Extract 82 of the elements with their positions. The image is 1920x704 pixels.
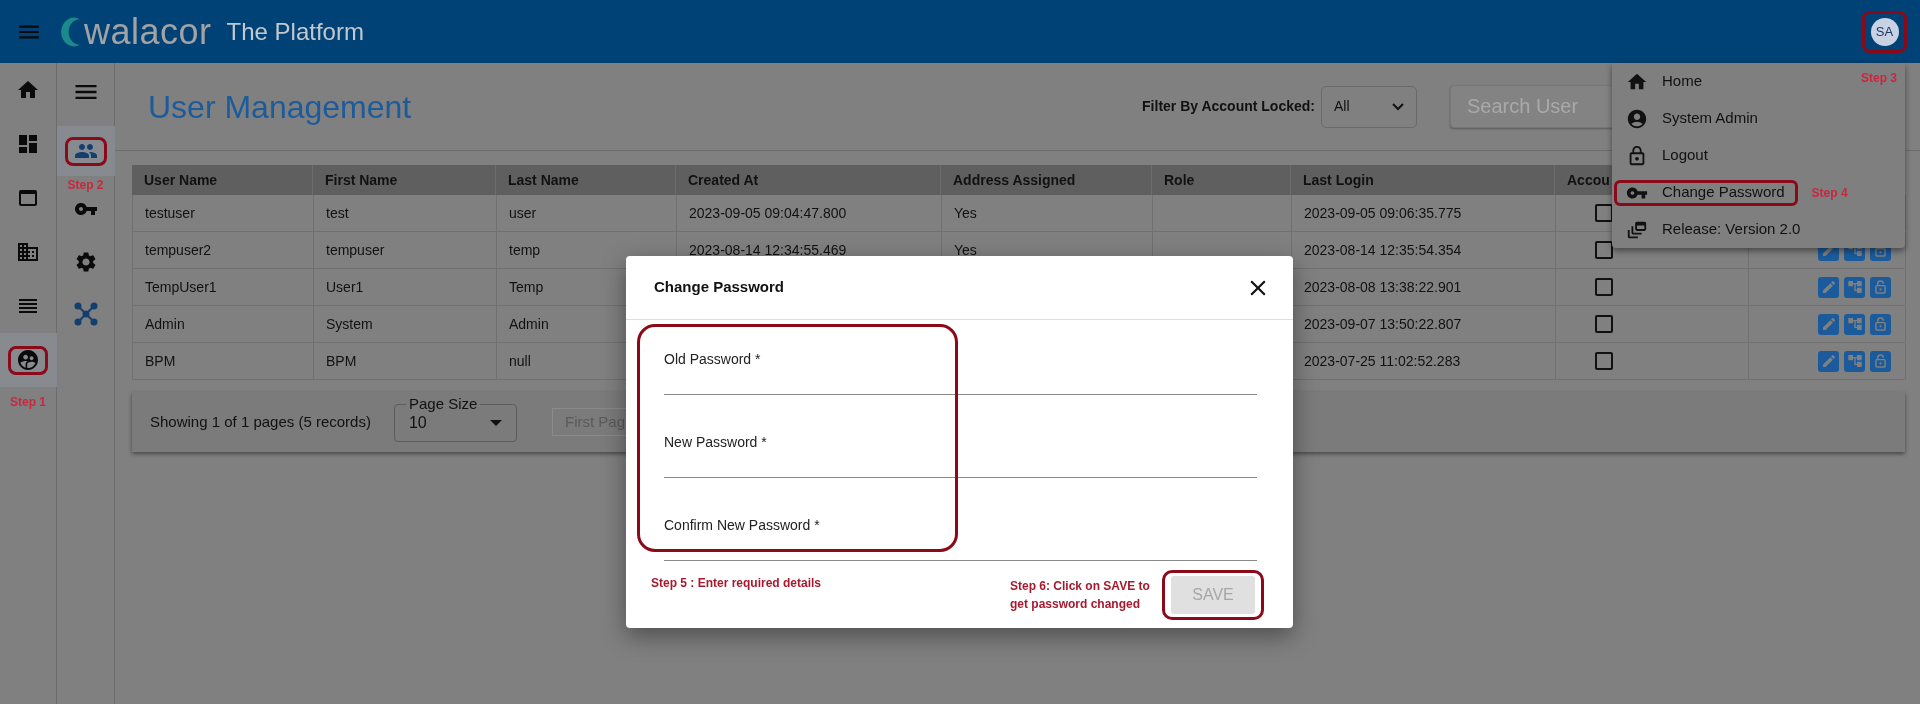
table-cell-text: testuser [145,203,195,223]
table-cell-text: Temp [509,277,544,297]
chevron-down-icon [1392,102,1404,111]
step-annotation: Step 5 : Enter required details [651,575,822,592]
column-header: Last Name [508,170,579,190]
table-cell-text: 2023-08-08 13:38:22.901 [1304,277,1462,297]
hierarchy-icon [1846,279,1863,295]
field-label: Confirm New Password * [664,516,821,534]
field-label: New Password * [664,433,768,451]
step-annotation: Step 1 [10,394,46,411]
table-cell-text: user [509,203,537,223]
pagination-summary: Showing 1 of 1 pages (5 records) [150,411,371,432]
building-icon [16,240,40,264]
step-annotation: Step 4 [1811,184,1848,202]
table-cell-text: null [509,351,531,371]
padlock-icon [1875,280,1886,294]
table-cell-text: tempuser2 [145,240,212,260]
dialog-title: Change Password [654,277,785,298]
pencil-icon [1820,279,1837,295]
row-action-button[interactable] [1870,276,1891,298]
table-cell-text: System [326,314,373,334]
table-cell-text: 2023-08-14 12:34:55.469 [689,240,847,260]
column-header: Last Login [1303,170,1374,190]
caret-icon [489,420,502,426]
step-annotation: Step 2 [67,177,104,194]
table-cell-text: test [326,203,349,223]
table-cell-text: tempuser [326,240,385,260]
column-header: Address Assigned [953,170,1076,190]
row-action-button[interactable] [1818,350,1839,372]
page-size-select[interactable]: Page Size 10 [393,396,517,442]
checkbox[interactable] [1592,312,1616,336]
table-cell-text: temp [509,240,541,260]
field-label: Old Password * [664,350,762,368]
table-cell-text: BPM [145,351,176,371]
page-title: User Management [148,87,412,127]
step-annotation: Step 3 [1861,70,1897,87]
row-action-button[interactable] [1844,276,1865,298]
avatar[interactable]: SA [1870,17,1899,46]
checkbox[interactable] [1592,349,1616,373]
padlock-icon [1875,354,1886,368]
hierarchy-icon [1846,353,1863,369]
table-cell-text: BPM [326,351,357,371]
network-icon [73,302,98,326]
column-header: First Name [325,170,398,190]
table-cell-text: 2023-08-14 12:35:54.354 [1304,240,1462,260]
menu-item[interactable]: Logout [1614,142,1721,169]
menu-item[interactable]: Change Password [1614,179,1798,206]
nav-item[interactable] [56,126,115,176]
table-cell-text: User1 [326,277,364,297]
nav-item[interactable] [0,333,57,387]
table-cell-text: TempUser1 [145,277,217,297]
hierarchy-icon [1846,316,1863,332]
column-header: Accou [1567,170,1610,190]
filter-label: Filter By Account Locked: [1142,97,1315,116]
account-locked-select[interactable]: All [1321,85,1417,128]
column-header: Created At [688,170,759,190]
table-cell-text: 2023-09-07 13:50:22.807 [1304,314,1462,334]
table-cell-text: 2023-09-05 09:06:35.775 [1304,203,1462,223]
padlock-icon [1875,317,1886,331]
checkbox[interactable] [1592,238,1616,262]
table-cell-text: 2023-09-05 09:04:47.800 [689,203,847,223]
row-action-button[interactable] [1818,276,1839,298]
checkbox[interactable] [1592,275,1616,299]
pencil-icon [1820,316,1837,332]
row-action-button[interactable] [1844,350,1865,372]
column-header: User Name [144,170,218,190]
table-cell-text: 2023-07-25 11:02:52.283 [1304,351,1461,371]
row-action-button[interactable] [1870,350,1891,372]
step-annotation: Step 6: Click on SAVE to get password changed [1010,578,1150,613]
row-action-button[interactable] [1870,313,1891,335]
row-action-button[interactable] [1818,313,1839,335]
row-action-button[interactable] [1844,313,1865,335]
table-cell-text: Admin [509,314,549,334]
logo-text: walacor [84,13,212,50]
table-cell-text: Admin [145,314,185,334]
table-cell-text: Yes [954,240,977,260]
column-header: Role [1164,170,1195,190]
menu-item[interactable]: Release: Version 2.0 [1614,216,1814,243]
table-cell-text: Yes [954,203,977,223]
pencil-icon [1820,353,1837,369]
dashboard-icon [16,132,40,156]
app-title: The Platform [226,16,364,47]
